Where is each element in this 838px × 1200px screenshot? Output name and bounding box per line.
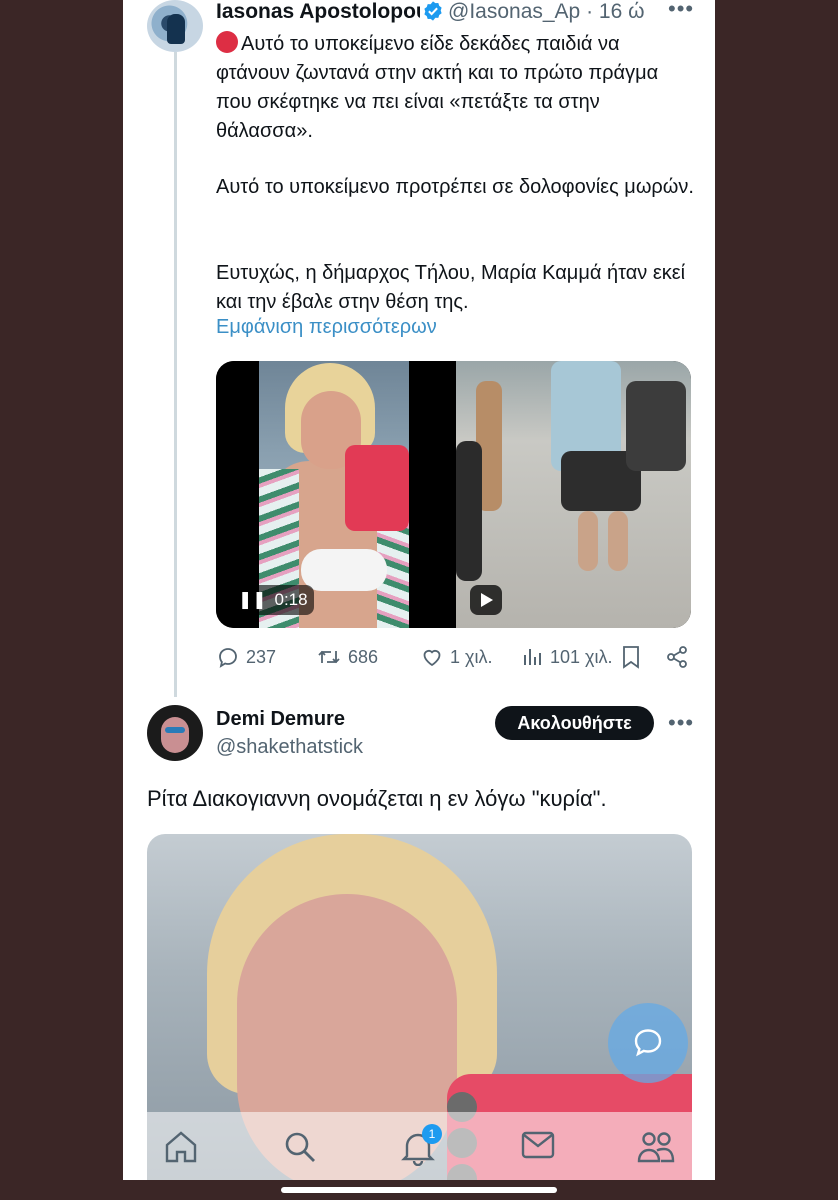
views-button[interactable]: 101 χιλ. bbox=[522, 645, 612, 669]
play-icon[interactable] bbox=[470, 585, 502, 615]
media-grid: ❚❚ 0:18 bbox=[216, 361, 691, 628]
phone-screen: Iasonas Apostolopoυ @Iasonas_Ap · 16 ώ ••… bbox=[123, 0, 715, 1180]
notification-badge: 1 bbox=[422, 1124, 442, 1144]
red-circle-emoji-icon bbox=[216, 31, 238, 53]
verified-badge-icon bbox=[424, 1, 442, 21]
home-indicator[interactable] bbox=[281, 1187, 557, 1193]
share-icon bbox=[667, 646, 687, 668]
reply-button[interactable]: 237 bbox=[216, 645, 276, 669]
retweet-count: 686 bbox=[348, 646, 379, 667]
chat-bubble-icon bbox=[634, 1029, 662, 1057]
share-button[interactable] bbox=[665, 645, 689, 669]
tweet-actions: 237 686 1 χιλ. 101 χιλ. bbox=[216, 645, 696, 675]
tweet-text: Ρίτα Διακογιαννη ονομάζεται η εν λόγω "κ… bbox=[147, 786, 607, 811]
bookmark-button[interactable] bbox=[621, 645, 641, 669]
retweet-button[interactable]: 686 bbox=[316, 645, 378, 669]
author-handle[interactable]: @shakethatstick bbox=[216, 736, 363, 759]
view-count: 101 χιλ. bbox=[550, 646, 613, 667]
more-options-icon[interactable]: ••• bbox=[668, 0, 694, 22]
reply-count: 237 bbox=[246, 646, 277, 667]
thread-connector bbox=[174, 52, 177, 697]
video-thumbnail-2[interactable] bbox=[456, 361, 691, 628]
search-icon[interactable] bbox=[283, 1130, 317, 1164]
tweet-time: · 16 ώ bbox=[586, 0, 645, 23]
video-timer[interactable]: ❚❚ 0:18 bbox=[228, 585, 314, 615]
avatar[interactable] bbox=[147, 0, 203, 52]
retweet-icon bbox=[318, 650, 340, 664]
tweet-paragraph-3: Ευτυχώς, η δήμαρχος Τήλου, Μαρία Καμμά ή… bbox=[216, 262, 686, 313]
like-button[interactable]: 1 χιλ. bbox=[420, 645, 492, 669]
follow-button[interactable]: Ακολουθήστε bbox=[495, 706, 654, 740]
author-handle[interactable]: @Iasonas_Ap bbox=[448, 0, 580, 23]
show-more-link[interactable]: Εμφάνιση περισσότερων bbox=[216, 316, 437, 339]
author-name[interactable]: Demi Demure bbox=[216, 708, 345, 731]
avatar[interactable] bbox=[147, 705, 203, 761]
bookmark-icon bbox=[623, 646, 639, 669]
tweet-header: Iasonas Apostolopoυ @Iasonas_Ap · 16 ώ bbox=[216, 0, 696, 24]
pause-icon[interactable]: ❚❚ bbox=[238, 590, 267, 609]
compose-fab[interactable] bbox=[608, 1003, 688, 1083]
like-count: 1 χιλ. bbox=[450, 646, 493, 667]
more-options-icon[interactable]: ••• bbox=[668, 710, 694, 736]
tweet-paragraph-2: Αυτό το υποκείμενο προτρέπει σε δολοφονί… bbox=[216, 176, 694, 198]
bottom-tab-bar: 1 bbox=[123, 1112, 715, 1180]
reply-icon bbox=[219, 648, 237, 668]
author-name[interactable]: Iasonas Apostolopoυ bbox=[216, 0, 420, 24]
home-icon[interactable] bbox=[163, 1130, 199, 1164]
views-chart-icon bbox=[524, 649, 541, 665]
video-thumbnail-1[interactable]: ❚❚ 0:18 bbox=[216, 361, 452, 628]
heart-icon bbox=[423, 649, 441, 667]
mail-icon[interactable] bbox=[521, 1130, 555, 1160]
communities-icon[interactable] bbox=[637, 1130, 675, 1164]
tweet-paragraph-1: Αυτό το υποκείμενο είδε δεκάδες παιδιά ν… bbox=[216, 31, 659, 142]
